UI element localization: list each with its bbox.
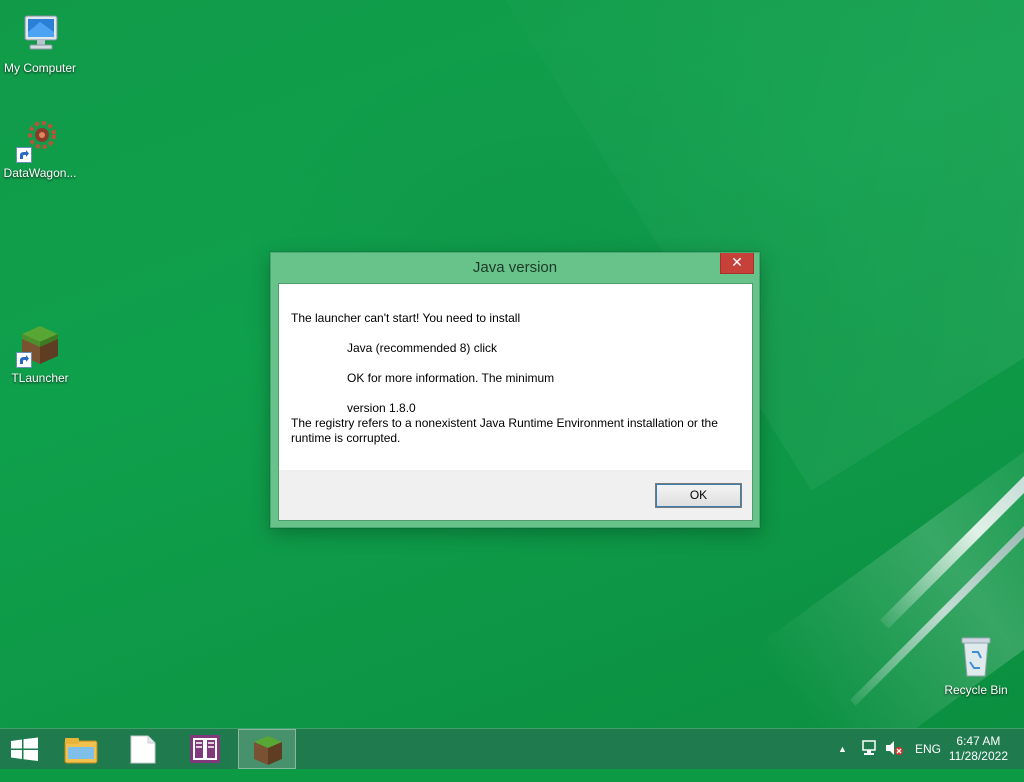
windows-start-icon <box>11 737 38 761</box>
taskbar-onenote[interactable] <box>176 729 234 769</box>
language-indicator[interactable]: ENG <box>915 742 941 782</box>
message-line: Java (recommended 8) click <box>347 341 498 355</box>
desktop-icon-label: Recycle Bin <box>944 683 1008 697</box>
file-explorer-icon <box>64 738 98 764</box>
onenote-icon <box>190 735 220 763</box>
ok-button[interactable]: OK <box>655 483 742 508</box>
desktop: My Computer DataWagon... TLauncher Recyc… <box>0 0 1024 728</box>
taskbar: ▲ ENG 6:47 AM 11/28/2022 <box>0 728 1024 769</box>
grass-block-icon <box>16 320 64 368</box>
recycle-bin-icon <box>952 632 1000 680</box>
taskbar-file-explorer[interactable] <box>52 729 110 769</box>
tlauncher-icon <box>254 736 282 765</box>
gear-icon <box>16 115 64 163</box>
start-button[interactable] <box>0 729 58 769</box>
message-line: OK for more information. The minimum <box>347 371 555 385</box>
volume-muted-icon[interactable] <box>884 739 904 779</box>
desktop-icon-label: TLauncher <box>11 371 69 385</box>
notepad-icon <box>130 735 156 764</box>
dialog-message-area: The launcher can't start! You need to in… <box>279 284 752 470</box>
chevron-up-icon: ▲ <box>838 744 847 754</box>
show-hidden-icons-button[interactable]: ▲ <box>838 741 847 781</box>
desktop-icon-my-computer[interactable]: My Computer <box>0 10 80 75</box>
desktop-icon-datawagon[interactable]: DataWagon... <box>0 115 80 180</box>
taskbar-tlauncher[interactable] <box>238 729 296 769</box>
clock[interactable]: 6:47 AM 11/28/2022 <box>949 734 1008 764</box>
network-icon[interactable] <box>860 739 878 779</box>
computer-icon <box>16 10 64 58</box>
shortcut-arrow-icon <box>16 352 32 368</box>
dialog-title: Java version <box>472 259 558 276</box>
desktop-icon-recycle-bin[interactable]: Recycle Bin <box>936 632 1016 697</box>
taskbar-notepad[interactable] <box>114 729 172 769</box>
message-line: version 1.8.0 <box>347 401 416 415</box>
message-line: The registry refers to a nonexistent Jav… <box>291 416 718 445</box>
dialog-client-area: The launcher can't start! You need to in… <box>278 283 753 521</box>
desktop-icon-label: DataWagon... <box>3 166 77 180</box>
desktop-icon-label: My Computer <box>3 61 77 75</box>
clock-date: 11/28/2022 <box>948 749 1008 763</box>
java-version-dialog: Java version ✕ The launcher can't start!… <box>270 252 760 528</box>
desktop-icon-tlauncher[interactable]: TLauncher <box>0 320 80 385</box>
shortcut-arrow-icon <box>16 147 32 163</box>
close-icon: ✕ <box>731 254 743 270</box>
message-line: The launcher can't start! You need to in… <box>291 311 521 325</box>
close-button[interactable]: ✕ <box>720 253 754 274</box>
clock-time: 6:47 AM <box>956 734 1001 748</box>
